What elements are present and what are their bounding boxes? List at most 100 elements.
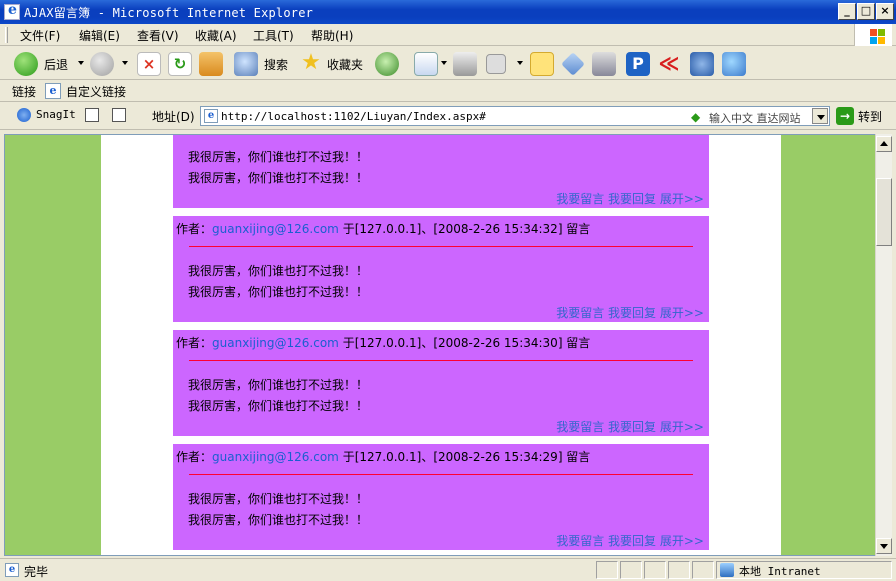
expand-link[interactable]: 展开>> xyxy=(660,192,704,206)
ie-app-icon xyxy=(4,2,20,20)
back-dropdown-icon[interactable] xyxy=(78,61,84,65)
direct-arrow-icon: ◆ xyxy=(691,110,701,124)
message-line: 我很厉害，你们谁也打不过我！！ xyxy=(188,150,369,164)
menu-bar: 文件(F) 编辑(E) 查看(V) 收藏(A) 工具(T) 帮助(H) xyxy=(0,24,896,46)
diamond-icon[interactable] xyxy=(561,52,585,76)
author-label: 作者： xyxy=(176,336,213,350)
expand-link[interactable]: 展开>> xyxy=(660,534,704,548)
leave-message-link[interactable]: 我要留言 xyxy=(556,420,604,434)
author-email-link[interactable]: guanxijing@126.com xyxy=(212,450,339,464)
folder-icon[interactable] xyxy=(530,52,554,76)
history-icon[interactable] xyxy=(375,52,399,76)
leave-message-link[interactable]: 我要留言 xyxy=(556,192,604,206)
author-email-link[interactable]: guanxijing@126.com xyxy=(212,336,339,350)
entry-meta: 于[127.0.0.1]、[2008-2-26 15:34:30] 留言 xyxy=(342,336,591,350)
forward-icon[interactable] xyxy=(90,52,114,76)
leave-message-link[interactable]: 我要留言 xyxy=(556,534,604,548)
p-icon[interactable]: P xyxy=(626,52,650,76)
author-email-link[interactable]: guanxijing@126.com xyxy=(212,222,339,236)
window-title: AJAX留言簿 - Microsoft Internet Explorer xyxy=(24,6,314,20)
menu-help[interactable]: 帮助(H) xyxy=(311,27,353,44)
snagit-label[interactable]: SnagIt xyxy=(36,108,76,121)
mail-icon[interactable] xyxy=(414,52,438,76)
status-panel xyxy=(620,561,642,579)
search-icon[interactable] xyxy=(234,52,258,76)
zone-panel: 本地 Intranet xyxy=(716,561,892,579)
entry-actions: 我要留言 我要回复 展开>> xyxy=(556,532,704,549)
links-label: 链接 xyxy=(12,85,37,99)
message-entry: 我很厉害，你们谁也打不过我！！ 我很厉害，你们谁也打不过我！！ 我要留言 我要回… xyxy=(173,135,709,208)
scroll-thumb[interactable] xyxy=(876,178,892,246)
address-hint: 输入中文 直达网站 xyxy=(709,112,801,125)
status-panel xyxy=(596,561,618,579)
back-icon[interactable] xyxy=(14,52,38,76)
standard-toolbar: 后退 × ↻ 搜索 ★ 收藏夹 P ≪ xyxy=(0,47,896,80)
menu-tools[interactable]: 工具(T) xyxy=(253,27,294,44)
message-line: 我很厉害，你们谁也打不过我！！ xyxy=(188,378,369,392)
close-button[interactable]: × xyxy=(876,3,894,20)
edit-dropdown-icon[interactable] xyxy=(517,61,523,65)
reply-link[interactable]: 我要回复 xyxy=(608,534,656,548)
entry-meta: 于[127.0.0.1]、[2008-2-26 15:34:32] 留言 xyxy=(342,222,591,236)
leave-message-link[interactable]: 我要留言 xyxy=(556,306,604,320)
author-label: 作者： xyxy=(176,222,213,236)
favorites-label[interactable]: 收藏夹 xyxy=(327,56,363,73)
status-bar: e 完毕 本地 Intranet xyxy=(0,558,896,581)
message-line: 我很厉害，你们谁也打不过我！！ xyxy=(188,171,369,185)
entry-actions: 我要留言 我要回复 展开>> xyxy=(556,418,704,435)
windows-media-icon[interactable] xyxy=(690,52,714,76)
message-entry: 作者：guanxijing@126.com 于[127.0.0.1]、[2008… xyxy=(173,330,709,436)
right-gutter xyxy=(781,135,875,555)
message-entry: 作者：guanxijing@126.com 于[127.0.0.1]、[2008… xyxy=(173,216,709,322)
title-bar: AJAX留言簿 - Microsoft Internet Explorer _ … xyxy=(0,0,896,24)
entry-actions: 我要留言 我要回复 展开>> xyxy=(556,304,704,321)
snagit-icon[interactable] xyxy=(17,108,31,122)
entry-divider xyxy=(189,246,693,247)
message-line: 我很厉害，你们谁也打不过我！！ xyxy=(188,264,369,278)
go-icon[interactable]: → xyxy=(836,107,854,125)
messenger-icon[interactable] xyxy=(722,52,746,76)
scroll-down-button[interactable] xyxy=(876,538,892,554)
menu-view[interactable]: 查看(V) xyxy=(137,27,179,44)
address-url[interactable]: http://localhost:1102/Liuyan/Index.aspx# xyxy=(221,110,486,123)
back-label[interactable]: 后退 xyxy=(44,56,68,73)
expand-link[interactable]: 展开>> xyxy=(660,306,704,320)
maximize-button[interactable]: □ xyxy=(857,3,875,20)
menu-favorites[interactable]: 收藏(A) xyxy=(195,27,237,44)
music-icon[interactable] xyxy=(592,52,616,76)
favorites-icon[interactable]: ★ xyxy=(299,52,323,76)
address-dropdown-button[interactable] xyxy=(812,108,828,124)
reply-link[interactable]: 我要回复 xyxy=(608,306,656,320)
search-label[interactable]: 搜索 xyxy=(264,56,288,73)
forward-dropdown-icon[interactable] xyxy=(122,61,128,65)
minimize-button[interactable]: _ xyxy=(838,3,856,20)
entry-header: 作者：guanxijing@126.com 于[127.0.0.1]、[2008… xyxy=(176,334,590,351)
capture-region-icon[interactable] xyxy=(112,108,126,122)
expand-link[interactable]: 展开>> xyxy=(660,420,704,434)
stop-icon[interactable]: × xyxy=(137,52,161,76)
entry-meta: 于[127.0.0.1]、[2008-2-26 15:34:29] 留言 xyxy=(342,450,591,464)
go-button[interactable]: 转到 xyxy=(858,108,882,125)
menu-file[interactable]: 文件(F) xyxy=(20,27,60,44)
ie-link-icon: e xyxy=(45,83,61,99)
capture-window-icon[interactable] xyxy=(85,108,99,122)
message-line: 我很厉害，你们谁也打不过我！！ xyxy=(188,285,369,299)
mail-dropdown-icon[interactable] xyxy=(441,61,447,65)
message-line: 我很厉害，你们谁也打不过我！！ xyxy=(188,513,369,527)
reply-link[interactable]: 我要回复 xyxy=(608,192,656,206)
custom-links-link[interactable]: 自定义链接 xyxy=(66,83,126,100)
refresh-icon[interactable]: ↻ xyxy=(168,52,192,76)
status-panel xyxy=(644,561,666,579)
author-label: 作者： xyxy=(176,450,213,464)
entry-actions: 我要留言 我要回复 展开>> xyxy=(556,190,704,207)
address-field[interactable]: e http://localhost:1102/Liuyan/Index.asp… xyxy=(200,106,830,126)
vertical-scrollbar[interactable] xyxy=(875,134,892,556)
print-icon[interactable] xyxy=(453,52,477,76)
scroll-up-button[interactable] xyxy=(876,136,892,152)
status-panel xyxy=(692,561,714,579)
bird-icon[interactable]: ≪ xyxy=(657,52,681,76)
menu-edit[interactable]: 编辑(E) xyxy=(79,27,120,44)
home-icon[interactable] xyxy=(199,52,223,76)
edit-icon[interactable] xyxy=(486,54,506,74)
reply-link[interactable]: 我要回复 xyxy=(608,420,656,434)
